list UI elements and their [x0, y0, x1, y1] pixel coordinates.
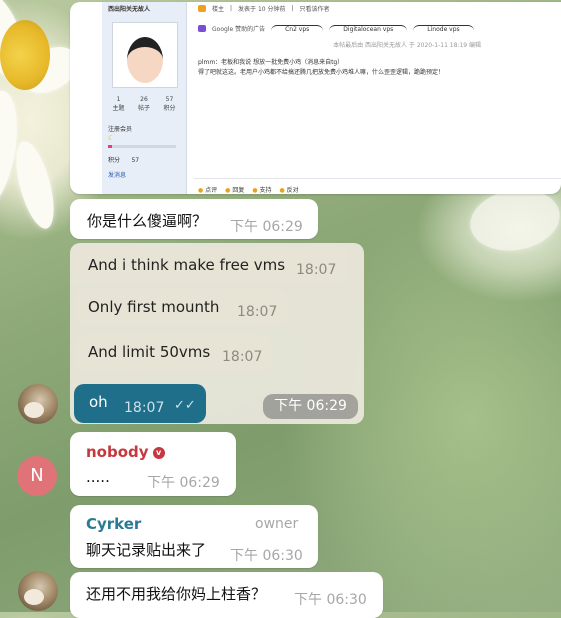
message-bubble[interactable]: 你是什么傻逼啊？ 下午 06:29: [70, 199, 318, 239]
owner-badge-icon: [198, 5, 206, 12]
sender-name: Cyrker: [86, 515, 142, 533]
message-text: 聊天记录贴出来了: [86, 541, 207, 559]
message-time: 下午 06:30: [230, 548, 303, 564]
forum-ad-row: Google 赞助的广告 Cn2 vps Digitalocean vps Li…: [198, 24, 474, 33]
message-bubble[interactable]: 还用不用我给你妈上柱香？ 下午 06:30: [70, 572, 383, 618]
forum-avatar: [112, 22, 178, 88]
message-time: 下午 06:29: [147, 475, 220, 491]
avatar[interactable]: [18, 571, 58, 611]
message-bubble[interactable]: nobody v ..... 下午 06:29: [70, 432, 236, 496]
sender-role-badge: owner: [255, 516, 299, 532]
forum-post: 楼主 | 发表于 10 分钟前 | 只看该作者 Google 赞助的广告 Cn2…: [194, 2, 561, 194]
forum-member-label: 注册会员: [108, 126, 133, 133]
forum-post-header: 楼主 | 发表于 10 分钟前 | 只看该作者: [198, 4, 330, 13]
sender-name: nobody v: [86, 443, 165, 461]
forwarded-message: Only first mounth 18:07: [74, 289, 288, 326]
forum-screenshot-image[interactable]: 西出阳关无故人 1 主题 26 帖子 57 积分 注册会员 ☾ 积分 57 发消息 楼…: [70, 2, 561, 194]
forwarded-message: And limit 50vms 18:07: [74, 334, 272, 371]
message-text: 还用不用我给你妈上柱香？: [86, 585, 267, 603]
forum-points: 积分 57: [108, 157, 140, 164]
forwarded-message: And i think make free vms 18:07: [74, 247, 348, 284]
forum-username: 西出阳关无故人: [108, 6, 151, 13]
group-time-pill: 下午 06:29: [263, 394, 358, 419]
forwarded-own-message: oh 18:07 ✓✓: [74, 384, 206, 423]
avatar-letter-n[interactable]: N: [17, 456, 57, 496]
message-text: 你是什么傻逼啊？: [87, 212, 208, 230]
forum-level-bar: [108, 145, 176, 148]
moon-icon: ☾: [108, 134, 115, 142]
message-time: 下午 06:30: [294, 592, 367, 608]
forum-post-actions: 点评 回复 支持 反对: [198, 185, 299, 194]
message-time: 下午 06:29: [230, 219, 303, 235]
forum-edit-note: 本帖最后由 西出阳关无故人 于 2020-1-11 18:19 编辑: [333, 42, 481, 49]
ad-icon: [198, 25, 206, 32]
avatar[interactable]: [18, 384, 58, 424]
forum-user-sidebar: 西出阳关无故人 1 主题 26 帖子 57 积分 注册会员 ☾ 积分 57 发消息: [102, 2, 187, 194]
message-text: .....: [86, 468, 110, 486]
forum-post-body: plmm：老板和我说 想放一批免费小鸡（消息来自tg） 得了吧就这这。老用户小鸡…: [198, 59, 445, 76]
read-checkmarks-icon: ✓✓: [174, 398, 196, 413]
forum-send-message: 发消息: [108, 172, 127, 179]
forum-stats: 1 主题 26 帖子 57 积分: [112, 96, 176, 112]
verified-icon: v: [152, 446, 165, 459]
message-bubble[interactable]: Cyrker owner 聊天记录贴出来了 下午 06:30: [70, 505, 318, 568]
